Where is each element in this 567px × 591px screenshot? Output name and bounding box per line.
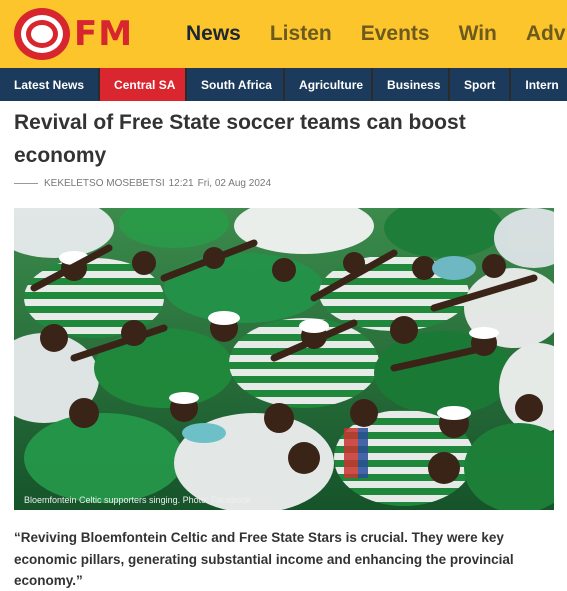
article-date: Fri, 02 Aug 2024	[197, 178, 272, 189]
main-nav-win[interactable]: Win	[459, 22, 497, 46]
logo-o-mark	[14, 8, 70, 60]
article-byline: KEKELETSO MOSEBETSI 12:21 Fri, 02 Aug 20…	[14, 178, 275, 189]
article-title: Revival of Free State soccer teams can b…	[14, 111, 466, 167]
site-header: FM News Listen Events Win Adv	[0, 0, 567, 68]
byline-rule	[14, 183, 38, 184]
category-latest-news[interactable]: Latest News	[0, 68, 98, 101]
article-image: Bloemfontein Celtic supporters singing. …	[14, 208, 554, 510]
article-author[interactable]: KEKELETSO MOSEBETSI	[44, 178, 165, 189]
article-time: 12:21	[168, 178, 194, 189]
main-nav-news[interactable]: News	[186, 22, 241, 46]
category-nav: Latest News Central SA South Africa Agri…	[0, 68, 567, 101]
main-nav-listen[interactable]: Listen	[270, 22, 332, 46]
article-lead-quote: “Reviving Bloemfontein Celtic and Free S…	[14, 530, 514, 588]
site-logo[interactable]: FM	[14, 8, 133, 60]
main-nav-events[interactable]: Events	[361, 22, 430, 46]
logo-text: FM	[74, 14, 134, 54]
category-central-sa[interactable]: Central SA	[98, 68, 186, 101]
category-south-africa[interactable]: South Africa	[185, 68, 283, 101]
main-nav: News Listen Events Win Adv	[186, 0, 567, 68]
main-nav-advertise[interactable]: Adv	[526, 22, 566, 46]
category-sport[interactable]: Sport	[448, 68, 509, 101]
crowd-photo-illustration	[14, 208, 554, 510]
category-agriculture[interactable]: Agriculture	[283, 68, 371, 101]
category-business[interactable]: Business	[371, 68, 448, 101]
image-caption: Bloemfontein Celtic supporters singing. …	[24, 495, 251, 505]
category-international[interactable]: Intern	[509, 68, 567, 101]
